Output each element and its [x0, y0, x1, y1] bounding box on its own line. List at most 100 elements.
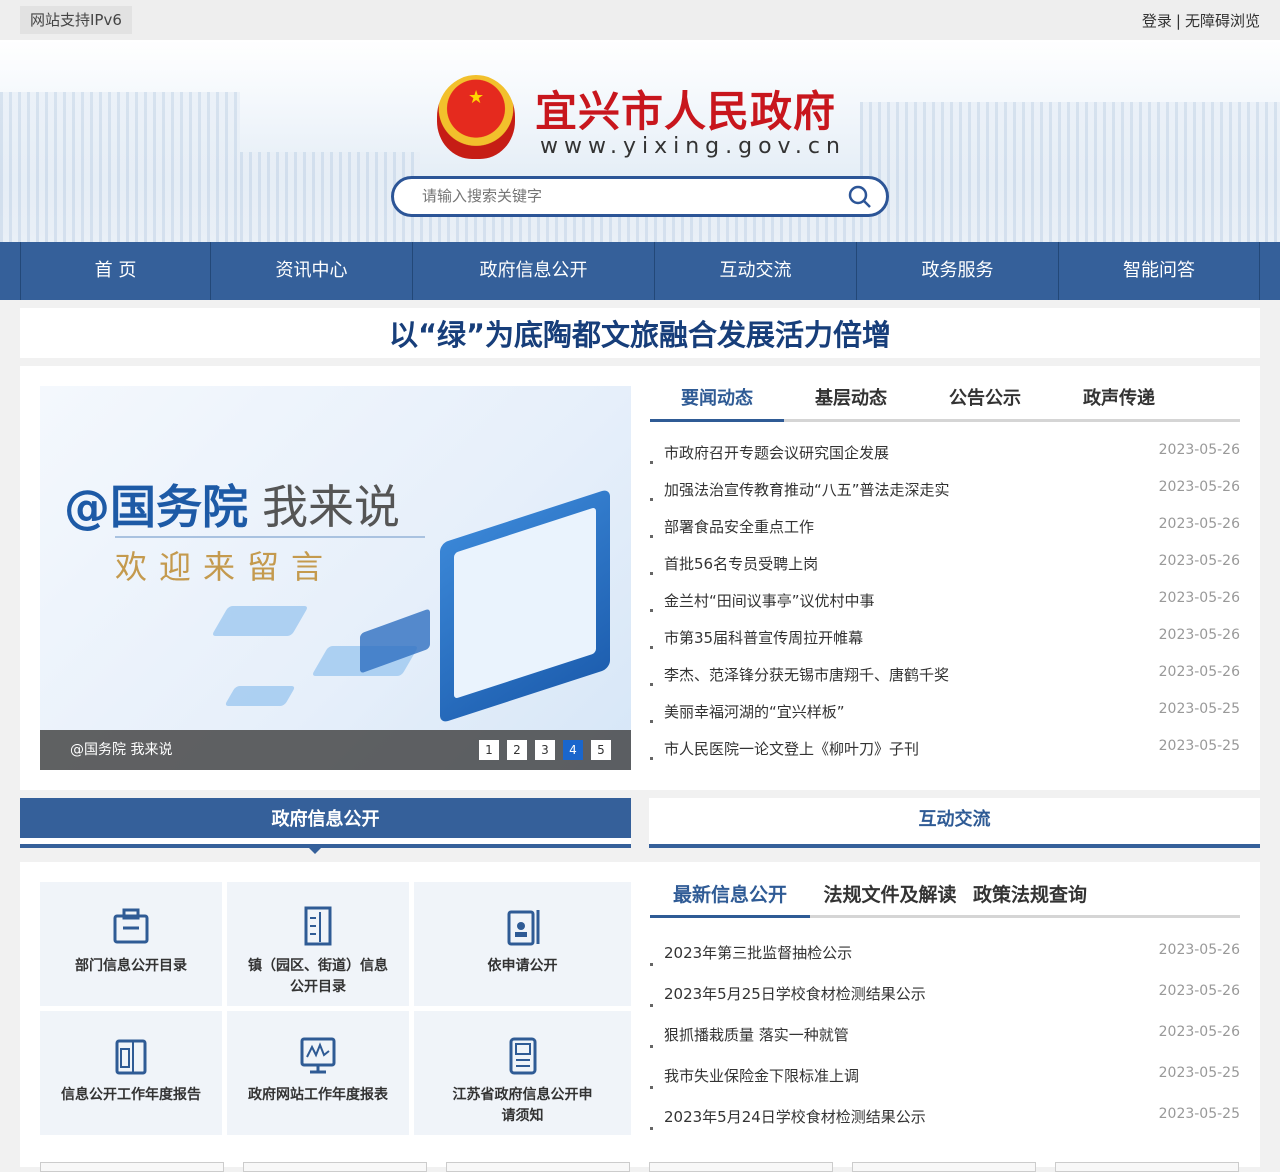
headline-link[interactable]: 以“绿”为底陶都文旅融合发展活力倍增	[20, 308, 1260, 358]
tile-label: 江苏省政府信息公开申请须知	[452, 1087, 593, 1124]
item-date: 2023-05-25	[1158, 701, 1240, 717]
info-list: 2023年第三批监督抽检公示 2023-05-26 2023年5月25日学校食材检测…	[650, 942, 1240, 1147]
list-item[interactable]: 部署食品安全重点工作 2023-05-26	[650, 516, 1240, 553]
list-item[interactable]: 美丽幸福河湖的“宜兴样板” 2023-05-25	[650, 701, 1240, 738]
image-carousel[interactable]: @国务院 我来说 欢迎来留言 @国务院 我来说 1 2 3 4 5	[40, 386, 631, 770]
nav-services[interactable]: 政务服务	[856, 242, 1058, 300]
tab-local-news[interactable]: 基层动态	[784, 384, 918, 422]
item-title[interactable]: 市第35届科普宣传周拉开帷幕	[664, 627, 863, 664]
list-item[interactable]: 市第35届科普宣传周拉开帷幕 2023-05-26	[650, 627, 1240, 664]
item-date: 2023-05-26	[1158, 479, 1240, 495]
item-title[interactable]: 首批56名专员受聘上岗	[664, 553, 818, 590]
document-icon	[509, 1037, 536, 1075]
nav-interaction[interactable]: 互动交流	[654, 242, 856, 300]
item-date: 2023-05-26	[1158, 1024, 1240, 1040]
briefcase-icon	[113, 908, 149, 944]
item-title[interactable]: 部署食品安全重点工作	[664, 516, 814, 553]
carousel-page-1[interactable]: 1	[479, 740, 499, 760]
tab-key-news[interactable]: 要闻动态	[650, 384, 784, 422]
item-date: 2023-05-26	[1158, 627, 1240, 643]
list-item[interactable]: 我市失业保险金下限标准上调 2023-05-25	[650, 1065, 1240, 1106]
list-item[interactable]: 市人民医院一论文登上《柳叶刀》子刊 2023-05-25	[650, 738, 1240, 775]
site-title: 宜兴市人民政府	[535, 87, 837, 136]
carousel-page-3[interactable]: 3	[535, 740, 555, 760]
item-title[interactable]: 李杰、范泽锋分获无锡市唐翔千、唐鹤千奖	[664, 664, 949, 701]
accessible-browse-link[interactable]: 无障碍浏览	[1185, 12, 1260, 30]
section-interaction-header[interactable]: 互动交流	[649, 798, 1260, 848]
nav-smart-qa[interactable]: 智能问答	[1058, 242, 1260, 300]
search-input[interactable]	[422, 187, 822, 205]
main-nav: 首 页 资讯中心 政府信息公开 互动交流 政务服务 智能问答	[0, 242, 1280, 300]
list-item[interactable]: 2023年第三批监督抽检公示 2023-05-26	[650, 942, 1240, 983]
tab-gov-voice[interactable]: 政声传递	[1052, 384, 1186, 422]
item-title[interactable]: 市人民医院一论文登上《柳叶刀》子刊	[664, 738, 919, 775]
list-item[interactable]: 2023年5月25日学校食材检测结果公示 2023-05-26	[650, 983, 1240, 1024]
item-title[interactable]: 2023年第三批监督抽检公示	[664, 942, 852, 983]
national-emblem-logo: ★	[437, 75, 515, 159]
list-item[interactable]: 加强法治宣传教育推动“八五”普法走深走实 2023-05-26	[650, 479, 1240, 516]
item-title[interactable]: 2023年5月25日学校食材检测结果公示	[664, 983, 926, 1024]
item-title[interactable]: 2023年5月24日学校食材检测结果公示	[664, 1106, 926, 1147]
carousel-pagination: 1 2 3 4 5	[479, 740, 611, 760]
section-gov-info-header[interactable]: 政府信息公开	[20, 798, 631, 848]
item-date: 2023-05-26	[1158, 590, 1240, 606]
list-item[interactable]: 金兰村“田间议事亭”议优村中事 2023-05-26	[650, 590, 1240, 627]
list-item[interactable]: 狠抓播栽质量 落实一种就管 2023-05-26	[650, 1024, 1240, 1065]
news-tabs: 要闻动态 基层动态 公告公示 政声传递	[650, 384, 1240, 422]
report-icon	[115, 1039, 147, 1075]
item-title[interactable]: 金兰村“田间议事亭”议优村中事	[664, 590, 875, 627]
building-icon	[304, 906, 332, 946]
info-tile[interactable]: 部门信息公开目录	[40, 882, 222, 1006]
nav-news-center[interactable]: 资讯中心	[210, 242, 412, 300]
carousel-page-4[interactable]: 4	[563, 740, 583, 760]
login-link[interactable]: 登录	[1142, 12, 1172, 30]
list-item[interactable]: 2023年5月24日学校食材检测结果公示 2023-05-25	[650, 1106, 1240, 1147]
news-panel: @国务院 我来说 欢迎来留言 @国务院 我来说 1 2 3 4 5 要闻动态 基层…	[20, 366, 1260, 790]
carousel-page-2[interactable]: 2	[507, 740, 527, 760]
nav-home[interactable]: 首 页	[20, 242, 210, 300]
item-date: 2023-05-26	[1158, 553, 1240, 569]
carousel-page-5[interactable]: 5	[591, 740, 611, 760]
info-tile-grid: 部门信息公开目录 镇（园区、街道）信息公开目录 依申请公开信息公开工作年度报告 政府网…	[40, 882, 631, 1135]
item-title[interactable]: 美丽幸福河湖的“宜兴样板”	[664, 701, 845, 738]
item-title[interactable]: 我市失业保险金下限标准上调	[664, 1065, 859, 1106]
item-date: 2023-05-26	[1158, 442, 1240, 458]
gov-info-panel: 部门信息公开目录 镇（园区、街道）信息公开目录 依申请公开信息公开工作年度报告 政府网…	[20, 862, 1260, 1167]
item-date: 2023-05-26	[1158, 516, 1240, 532]
tile-label: 镇（园区、街道）信息公开目录	[248, 958, 388, 995]
ipv6-badge: 网站支持IPv6	[20, 6, 132, 34]
nav-gov-info[interactable]: 政府信息公开	[412, 242, 654, 300]
news-list: 市政府召开专题会议研究国企发展 2023-05-26 加强法治宣传教育推动“八五”普…	[650, 442, 1240, 775]
tab-announcements[interactable]: 公告公示	[918, 384, 1052, 422]
tile-label: 依申请公开	[487, 958, 558, 974]
info-tile[interactable]: 信息公开工作年度报告	[40, 1011, 222, 1135]
list-item[interactable]: 首批56名专员受聘上岗 2023-05-26	[650, 553, 1240, 590]
header-banner: ★ 宜兴市人民政府 www.yixing.gov.cn	[0, 40, 1280, 242]
tab-regulations[interactable]: 法规文件及解读	[810, 880, 970, 918]
search-icon[interactable]	[848, 185, 872, 209]
tab-latest-info[interactable]: 最新信息公开	[650, 880, 810, 918]
tab-policy-search[interactable]: 政策法规查询	[970, 880, 1090, 918]
info-tile[interactable]: 镇（园区、街道）信息公开目录	[227, 882, 409, 1006]
search-box	[391, 176, 889, 217]
info-tabs: 最新信息公开 法规文件及解读 政策法规查询	[650, 880, 1240, 918]
separator: |	[1175, 12, 1181, 30]
list-item[interactable]: 李杰、范泽锋分获无锡市唐翔千、唐鹤千奖 2023-05-26	[650, 664, 1240, 701]
info-tile[interactable]: 依申请公开	[414, 882, 631, 1006]
site-url: www.yixing.gov.cn	[540, 134, 846, 159]
item-title[interactable]: 狠抓播栽质量 落实一种就管	[664, 1024, 849, 1065]
caret-down-icon	[309, 848, 321, 860]
top-bar: 网站支持IPv6 登录 | 无障碍浏览	[0, 0, 1280, 40]
tile-label: 政府网站工作年度报表	[248, 1087, 388, 1103]
info-tile[interactable]: 江苏省政府信息公开申请须知	[414, 1011, 631, 1135]
tile-label: 部门信息公开目录	[75, 958, 187, 974]
list-item[interactable]: 市政府召开专题会议研究国企发展 2023-05-26	[650, 442, 1240, 479]
item-title[interactable]: 市政府召开专题会议研究国企发展	[664, 442, 889, 479]
item-date: 2023-05-25	[1158, 1065, 1240, 1081]
item-date: 2023-05-25	[1158, 1106, 1240, 1122]
info-tile[interactable]: 政府网站工作年度报表	[227, 1011, 409, 1135]
monitor-chart-icon	[300, 1037, 336, 1074]
item-date: 2023-05-26	[1158, 983, 1240, 999]
id-card-icon	[507, 910, 539, 946]
item-title[interactable]: 加强法治宣传教育推动“八五”普法走深走实	[664, 479, 950, 516]
